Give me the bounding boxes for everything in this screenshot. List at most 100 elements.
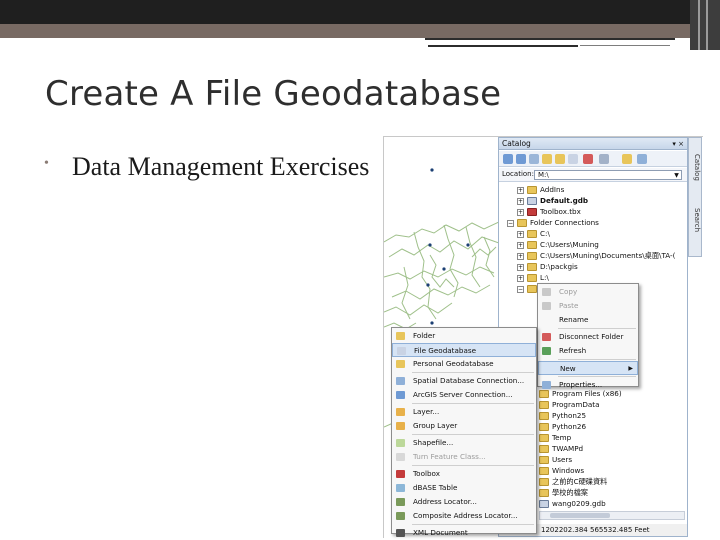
tree-item[interactable]: Windows (539, 465, 584, 476)
expand-icon[interactable]: + (517, 230, 524, 238)
menu-item-turn-feature-class[interactable]: Turn Feature Class... (392, 450, 536, 464)
geodatabase-icon (539, 500, 549, 508)
menu-item-shapefile[interactable]: Shapefile... (392, 436, 536, 450)
bullet-marker: • (44, 156, 49, 171)
scrollbar-thumb[interactable] (550, 513, 610, 518)
expand-icon[interactable]: + (517, 263, 524, 271)
tree-item-label: wang0209.gdb (552, 499, 606, 508)
menu-item-arcgis-server-connection[interactable]: ArcGIS Server Connection... (392, 388, 536, 402)
menu-item-layer[interactable]: Layer... (392, 405, 536, 419)
menu-item-personal-geodatabase[interactable]: Personal Geodatabase (392, 357, 536, 371)
menu-item-group-layer[interactable]: Group Layer (392, 419, 536, 433)
tree-item-label: Temp (552, 433, 572, 442)
expand-icon[interactable]: + (517, 274, 524, 282)
collapse-icon[interactable]: − (517, 285, 524, 293)
paste-icon (542, 302, 551, 310)
tree-item[interactable]: + AddIns (517, 184, 564, 195)
expand-icon[interactable]: + (517, 252, 524, 260)
menu-item-disconnect-folder[interactable]: Disconnect Folder (538, 330, 638, 344)
menu-item-label: XML Document (413, 528, 468, 537)
slide-accent-band (0, 24, 690, 38)
tree-item-label: ProgramData (552, 400, 600, 409)
tree-item-label: C:\ (540, 229, 550, 238)
options-icon[interactable] (637, 154, 647, 164)
menu-item-xml-document[interactable]: XML Document (392, 526, 536, 540)
location-input[interactable]: M:\ ▼ (534, 170, 682, 180)
folder-icon (539, 401, 549, 409)
slide-rule-line (428, 45, 578, 47)
menu-item-label: Refresh (559, 346, 587, 355)
up-icon[interactable] (529, 154, 539, 164)
menu-item-properties[interactable]: Properties... (538, 378, 638, 392)
menu-separator (412, 434, 534, 435)
tree-item[interactable]: Temp (539, 432, 571, 443)
menu-item-spatial-database-connection[interactable]: Spatial Database Connection... (392, 374, 536, 388)
expand-icon[interactable]: + (517, 208, 524, 216)
tree-item-label: 之前的C硬碟資料 (552, 477, 608, 486)
tree-item[interactable]: + C:\Users\Muning\Documents\桌面\TA-( (517, 250, 675, 261)
menu-item-folder[interactable]: Folder (392, 329, 536, 343)
menu-item-label: Properties... (559, 380, 603, 389)
tree-item[interactable]: + Toolbox.tbx (517, 206, 581, 217)
coordinate-readout: 1202202.384 565532.485 Feet (541, 526, 650, 534)
menu-item-toolbox[interactable]: Toolbox (392, 467, 536, 481)
forward-icon[interactable] (516, 154, 526, 164)
folder-icon (527, 186, 537, 194)
tree-item[interactable]: + C:\ (517, 228, 550, 239)
tree-item[interactable]: wang0209.gdb (539, 498, 606, 509)
tree-item[interactable]: Python25 (539, 410, 586, 421)
tree-item[interactable]: TWAMPd (539, 443, 583, 454)
menu-item-new[interactable]: New ▶ (538, 361, 638, 375)
menu-item-refresh[interactable]: Refresh (538, 344, 638, 358)
tree-item[interactable]: Users (539, 454, 572, 465)
tree-item-label: Users (552, 455, 573, 464)
expand-icon[interactable]: + (517, 186, 524, 194)
horizontal-scrollbar[interactable] (539, 511, 685, 520)
tree-item[interactable]: 之前的C硬碟資料 (539, 476, 607, 487)
tree-item[interactable]: + D:\packgis (517, 261, 578, 272)
menu-item-dbase-table[interactable]: dBASE Table (392, 481, 536, 495)
menu-item-label: Group Layer (413, 421, 458, 430)
expand-icon[interactable]: + (517, 197, 524, 205)
folder-icon (527, 285, 537, 293)
menu-item-paste[interactable]: Paste (538, 299, 638, 313)
delete-icon[interactable] (583, 154, 593, 164)
menu-item-copy[interactable]: Copy (538, 285, 638, 299)
chevron-down-icon[interactable]: ▼ (672, 171, 681, 179)
connect-folder-icon[interactable] (555, 154, 565, 164)
menu-item-rename[interactable]: Rename (538, 313, 638, 327)
menu-item-address-locator[interactable]: Address Locator... (392, 495, 536, 509)
menu-item-label: Layer... (413, 407, 440, 416)
server-icon (396, 391, 405, 399)
menu-item-label: New (560, 364, 576, 373)
tree-item[interactable]: ProgramData (539, 399, 600, 410)
new-folder-icon[interactable] (622, 154, 632, 164)
composite-locator-icon (396, 512, 405, 520)
home-icon[interactable] (542, 154, 552, 164)
tree-item[interactable]: 學校的檔案 (539, 487, 588, 498)
tree-item-label: 學校的檔案 (552, 488, 588, 497)
folder-icon (539, 467, 549, 475)
disconnect-icon[interactable] (568, 154, 578, 164)
folder-icon (539, 434, 549, 442)
catalog-title-buttons[interactable]: ▾ × (672, 138, 684, 150)
collapse-icon[interactable]: − (507, 219, 514, 227)
tree-item-label: C:\Users\Muning\Documents\桌面\TA-( (540, 251, 676, 260)
menu-item-composite-address-locator[interactable]: Composite Address Locator... (392, 509, 536, 523)
back-icon[interactable] (503, 154, 513, 164)
menu-item-label: Copy (559, 287, 578, 296)
menu-item-label: Paste (559, 301, 579, 310)
tree-item-label: Default.gdb (540, 196, 588, 205)
folder-icon (527, 252, 537, 260)
views-icon[interactable] (599, 154, 609, 164)
menu-item-file-geodatabase[interactable]: File Geodatabase (392, 343, 536, 357)
expand-icon[interactable]: + (517, 241, 524, 249)
tree-item[interactable]: + Default.gdb (517, 195, 588, 206)
tree-item[interactable]: − Folder Connections (507, 217, 599, 228)
tab-catalog[interactable]: Catalog (690, 142, 701, 192)
tree-item[interactable]: + L:\ (517, 272, 549, 283)
tab-search[interactable]: Search (690, 198, 701, 242)
catalog-title-bar: Catalog ▾ × (499, 138, 687, 150)
tree-item[interactable]: Python26 (539, 421, 586, 432)
tree-item[interactable]: + C:\Users\Muning (517, 239, 599, 250)
